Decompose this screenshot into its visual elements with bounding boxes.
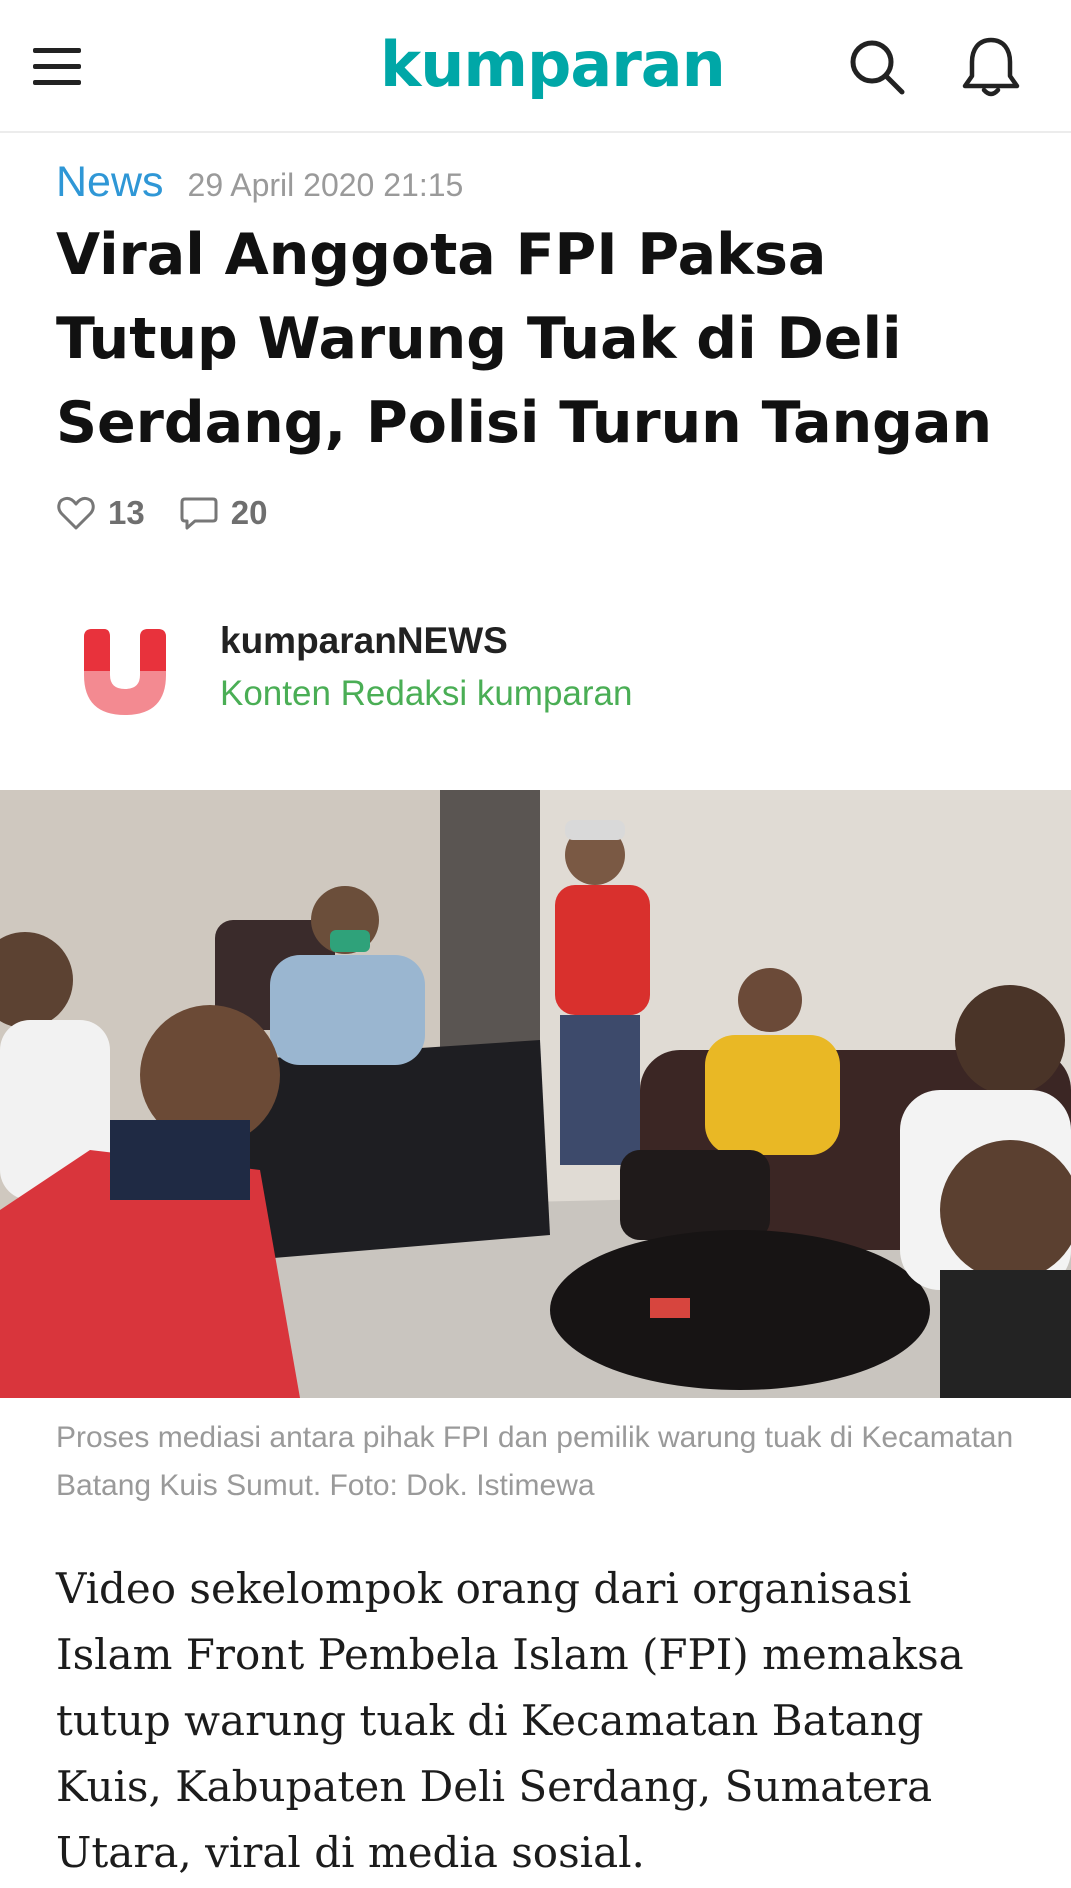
article-photo[interactable] <box>0 790 1071 1398</box>
heart-icon <box>57 496 95 530</box>
author-subtitle: Konten Redaksi kumparan <box>220 674 633 713</box>
author-block: kumparanNEWS Konten Redaksi kumparan <box>56 600 1016 730</box>
search-icon[interactable] <box>846 36 906 96</box>
article-stats: 13 20 <box>56 488 301 538</box>
article-body-paragraph: Video sekelompok orang dari organisasi I… <box>56 1564 964 1877</box>
top-navigation-bar: kumparan <box>0 0 1071 133</box>
publish-date: 29 April 2020 21:15 <box>187 167 464 203</box>
comment-button[interactable]: 20 <box>179 493 268 533</box>
article-title: Viral Anggota FPI Paksa Tutup Warung Tua… <box>56 222 993 456</box>
article-meta: News 29 April 2020 21:15 <box>56 158 463 206</box>
comment-count: 20 <box>230 494 268 531</box>
hamburger-menu-icon[interactable] <box>33 44 81 90</box>
kumparan-news-avatar[interactable] <box>70 615 180 725</box>
author-name[interactable]: kumparanNEWS <box>220 620 508 662</box>
photo-caption: Proses mediasi antara pihak FPI dan pemi… <box>56 1421 1014 1502</box>
like-button[interactable]: 13 <box>56 493 145 533</box>
category-link[interactable]: News <box>56 158 164 207</box>
article-photo-illustration <box>0 790 1071 1398</box>
like-count: 13 <box>108 494 145 531</box>
bell-icon[interactable] <box>960 34 1022 98</box>
comment-icon <box>180 497 218 530</box>
kumparan-logo[interactable]: kumparan <box>380 20 726 110</box>
